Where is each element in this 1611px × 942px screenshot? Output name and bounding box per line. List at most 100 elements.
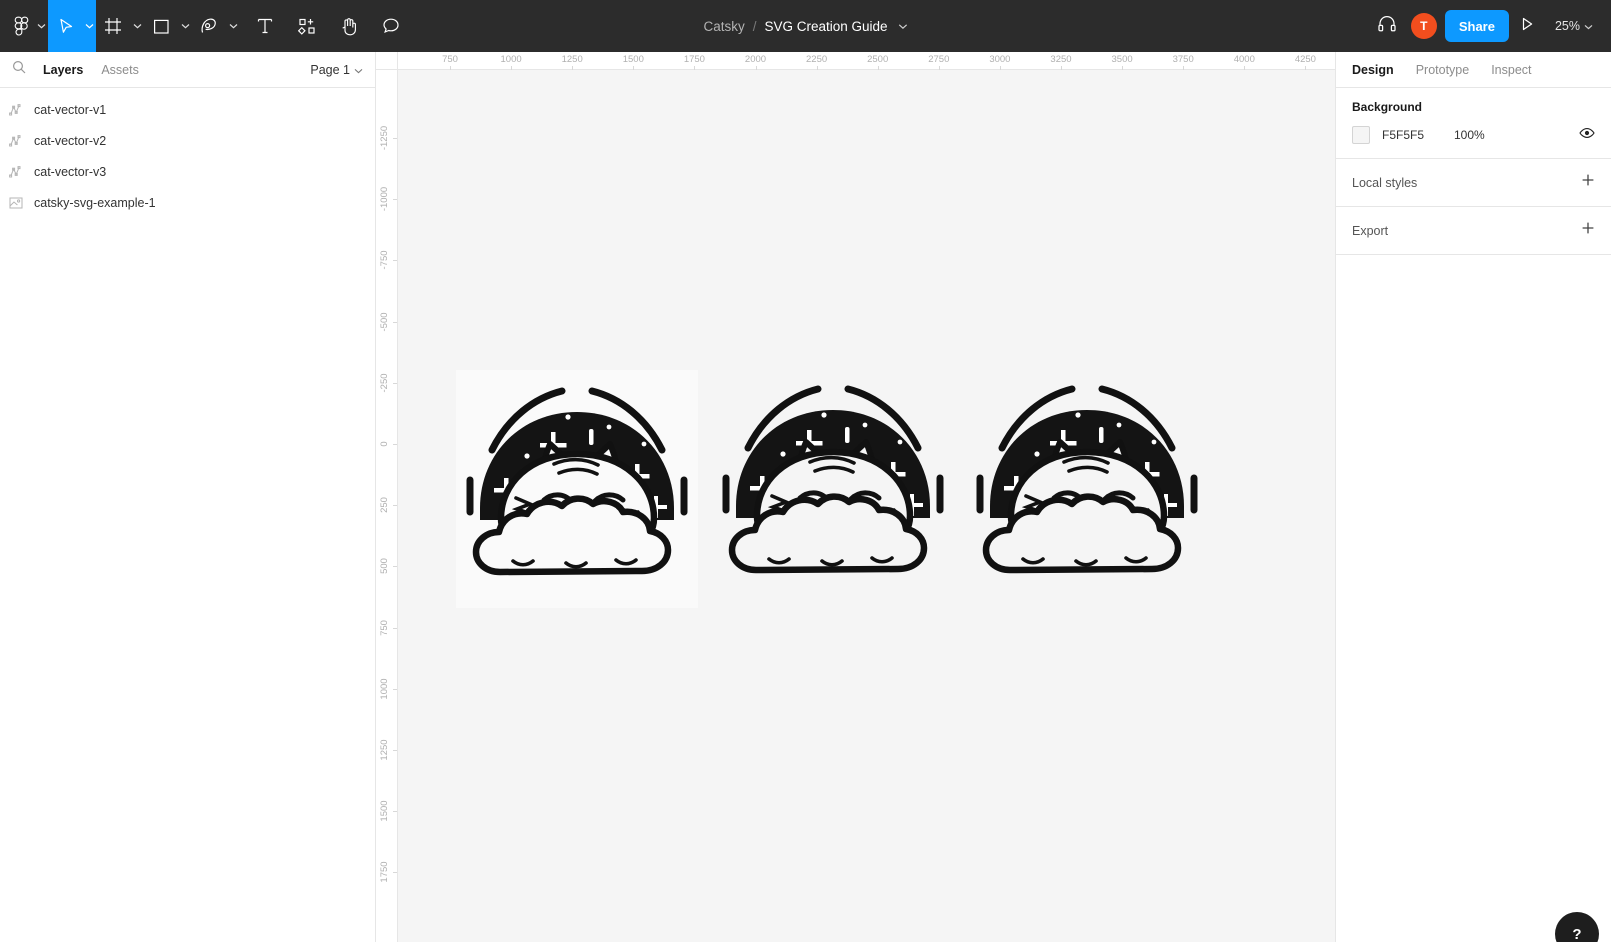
layer-name: catsky-svg-example-1	[34, 195, 156, 210]
ruler-v-tick	[393, 199, 397, 201]
comment-tool[interactable]	[374, 0, 408, 52]
help-question-icon: ?	[1572, 925, 1582, 942]
breadcrumb-file[interactable]: SVG Creation Guide	[764, 19, 887, 34]
ruler-v-tick	[393, 627, 397, 629]
canvas-area[interactable]: 750 1000 1250 1500 1750 2000 2250 2500 2750 3000 3…	[376, 52, 1335, 942]
frame-tool[interactable]	[96, 0, 144, 52]
present-button[interactable]	[1509, 0, 1545, 52]
tab-assets[interactable]: Assets	[92, 63, 148, 77]
vector-path-icon	[8, 133, 24, 149]
pen-tool[interactable]	[192, 0, 240, 52]
move-tool[interactable]	[48, 0, 96, 52]
ruler-h-label: 2750	[928, 54, 950, 65]
zoom-control[interactable]: 25%	[1545, 19, 1599, 33]
ruler-h-label: 3750	[1172, 54, 1194, 65]
export-row: Export	[1336, 207, 1611, 255]
breadcrumb: Catsky / SVG Creation Guide	[703, 0, 907, 52]
tab-inspect[interactable]: Inspect	[1491, 63, 1531, 77]
ruler-h-label: 4000	[1233, 54, 1255, 65]
components-tool[interactable]	[290, 0, 324, 52]
add-export-button[interactable]	[1581, 221, 1595, 240]
share-button[interactable]: Share	[1444, 10, 1509, 42]
ruler-h-label: 1250	[561, 54, 583, 65]
frame-tool-button[interactable]	[96, 0, 130, 52]
ruler-v-tick	[393, 566, 397, 568]
toolbar-tools-group	[0, 0, 408, 52]
shape-tool-caret[interactable]	[178, 0, 192, 52]
shape-tool-button[interactable]	[144, 0, 178, 52]
main-menu-button[interactable]	[0, 0, 34, 52]
frame-tool-caret[interactable]	[130, 0, 144, 52]
ruler-v-tick	[393, 138, 397, 139]
ruler-h-label: 3000	[989, 54, 1011, 65]
toolbar-right-group: T Share 25%	[1369, 0, 1611, 52]
right-panel-tabs: Design Prototype Inspect	[1336, 52, 1611, 88]
headphones-icon	[1377, 15, 1397, 38]
artwork-cat-vector-v3[interactable]	[968, 370, 1206, 608]
main-menu-caret[interactable]	[34, 0, 48, 52]
ruler-v-tick	[393, 750, 397, 751]
ruler-v-label: 500	[379, 558, 390, 575]
pen-icon	[200, 17, 218, 35]
ruler-h-label: 3500	[1111, 54, 1133, 65]
ruler-v-tick	[393, 382, 397, 384]
background-opacity-input[interactable]: 100%	[1454, 128, 1485, 142]
ruler-h-tick	[877, 66, 879, 70]
artwork-cat-vector-v1[interactable]	[458, 372, 696, 610]
ruler-v-tick	[393, 688, 397, 690]
eye-icon	[1579, 126, 1595, 144]
avatar[interactable]: T	[1410, 13, 1437, 39]
chevron-down-icon[interactable]	[898, 23, 908, 30]
local-styles-row: Local styles	[1336, 159, 1611, 207]
ruler-h-tick	[755, 66, 757, 70]
artwork-cat-vector-v2[interactable]	[714, 370, 952, 608]
hand-tool[interactable]	[332, 0, 366, 52]
breadcrumb-project[interactable]: Catsky	[703, 19, 744, 34]
tab-prototype[interactable]: Prototype	[1416, 63, 1470, 77]
vertical-ruler[interactable]: -1250 -1000 -750 -500 -250 0 250 500 750 1000 1250…	[376, 52, 398, 942]
move-tool-caret[interactable]	[82, 0, 96, 52]
ruler-h-label: 2250	[806, 54, 828, 65]
background-color-swatch[interactable]	[1352, 126, 1370, 144]
shape-tool[interactable]	[144, 0, 192, 52]
ruler-h-label: 3250	[1050, 54, 1072, 65]
layer-row[interactable]: cat-vector-v1	[0, 94, 375, 125]
ruler-h-label: 750	[442, 54, 458, 65]
layer-row[interactable]: catsky-svg-example-1	[0, 187, 375, 218]
layer-name: cat-vector-v1	[34, 102, 107, 117]
frame-icon	[104, 17, 122, 35]
plus-icon	[1581, 173, 1595, 192]
tab-layers[interactable]: Layers	[34, 63, 92, 77]
ruler-h-tick	[816, 66, 818, 70]
ruler-v-label: 1250	[379, 739, 390, 761]
ruler-h-label: 1750	[683, 54, 705, 65]
layer-row[interactable]: cat-vector-v3	[0, 156, 375, 187]
add-local-style-button[interactable]	[1581, 173, 1595, 192]
pen-tool-button[interactable]	[192, 0, 226, 52]
layer-row[interactable]: cat-vector-v2	[0, 125, 375, 156]
background-visibility-toggle[interactable]	[1579, 126, 1595, 144]
ruler-v-tick	[393, 321, 397, 323]
text-tool[interactable]	[248, 0, 282, 52]
move-tool-button[interactable]	[48, 0, 82, 52]
search-button[interactable]	[12, 60, 34, 79]
ruler-h-label: 1000	[500, 54, 522, 65]
background-hex-input[interactable]: F5F5F5	[1382, 128, 1454, 142]
ruler-h-tick	[633, 66, 635, 70]
pen-tool-caret[interactable]	[226, 0, 240, 52]
tab-design[interactable]: Design	[1352, 63, 1394, 77]
page-selector[interactable]: Page 1	[310, 63, 363, 77]
audio-button[interactable]	[1369, 0, 1405, 52]
ruler-h-tick	[938, 66, 940, 70]
image-icon	[8, 195, 24, 211]
ruler-v-label: -250	[379, 373, 390, 393]
layer-name: cat-vector-v3	[34, 164, 107, 179]
search-icon	[12, 60, 26, 79]
ruler-h-tick	[999, 66, 1001, 70]
figma-logo-icon	[14, 16, 29, 36]
local-styles-label: Local styles	[1352, 175, 1418, 190]
play-triangle-icon	[1519, 16, 1535, 37]
ruler-h-tick	[1244, 66, 1246, 70]
horizontal-ruler[interactable]: 750 1000 1250 1500 1750 2000 2250 2500 2750 3000 3…	[376, 52, 1335, 70]
ruler-v-label: 1000	[379, 678, 390, 700]
